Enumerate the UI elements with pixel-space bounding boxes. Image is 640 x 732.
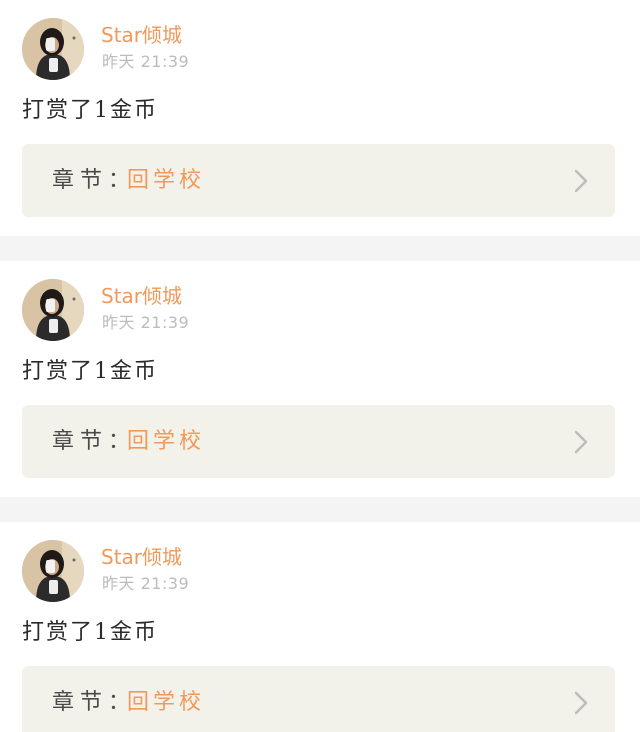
reward-feed: Star倾城 昨天 21:39 打赏了1金币 章节： 回学校 Star倾城 昨天… — [0, 0, 640, 732]
chapter-link[interactable]: 章节： 回学校 — [22, 666, 615, 732]
chevron-right-icon — [574, 430, 588, 454]
user-name[interactable]: Star倾城 — [101, 544, 182, 570]
avatar[interactable] — [22, 18, 84, 80]
chevron-right-icon — [574, 169, 588, 193]
timestamp: 昨天 21:39 — [102, 313, 190, 332]
feed-item: Star倾城 昨天 21:39 打赏了1金币 章节： 回学校 — [0, 522, 640, 732]
reward-message: 打赏了1金币 — [22, 359, 158, 384]
chevron-right-icon — [574, 691, 588, 715]
user-name[interactable]: Star倾城 — [101, 22, 182, 48]
chapter-link[interactable]: 章节： 回学校 — [22, 144, 615, 217]
timestamp: 昨天 21:39 — [102, 574, 190, 593]
user-name[interactable]: Star倾城 — [101, 283, 182, 309]
chapter-link[interactable]: 章节： 回学校 — [22, 405, 615, 478]
avatar[interactable] — [22, 540, 84, 602]
reward-message: 打赏了1金币 — [22, 620, 158, 645]
chapter-title: 回学校 — [127, 690, 206, 715]
chapter-label: 章节： — [52, 429, 137, 454]
feed-item: Star倾城 昨天 21:39 打赏了1金币 章节： 回学校 — [0, 0, 640, 236]
chapter-label: 章节： — [52, 168, 137, 193]
divider — [0, 497, 640, 522]
reward-message: 打赏了1金币 — [22, 98, 158, 123]
chapter-title: 回学校 — [127, 429, 206, 454]
chapter-title: 回学校 — [127, 168, 206, 193]
feed-item: Star倾城 昨天 21:39 打赏了1金币 章节： 回学校 — [0, 261, 640, 497]
timestamp: 昨天 21:39 — [102, 52, 190, 71]
avatar[interactable] — [22, 279, 84, 341]
divider — [0, 236, 640, 261]
chapter-label: 章节： — [52, 690, 137, 715]
